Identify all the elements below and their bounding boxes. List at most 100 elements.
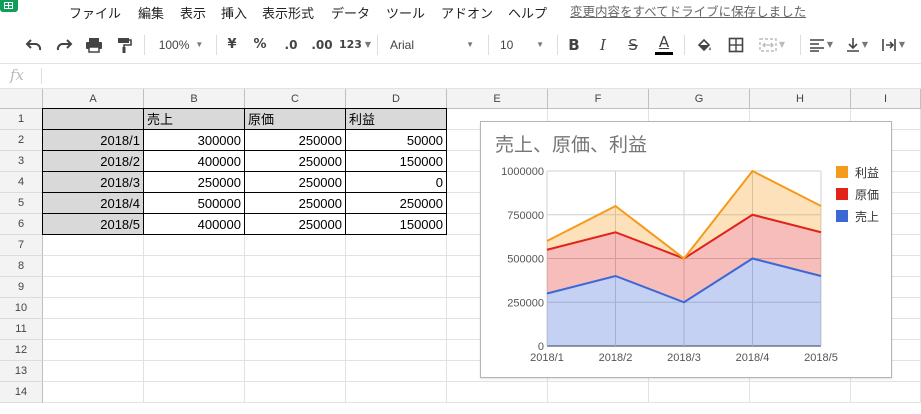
cell-a11[interactable] [43, 319, 144, 340]
menu-view[interactable]: 表示 [180, 3, 206, 22]
cell-d7[interactable] [346, 235, 447, 256]
cell-a12[interactable] [43, 340, 144, 361]
cell-c9[interactable] [245, 277, 346, 298]
row-header-5[interactable]: 5 [0, 193, 43, 214]
stacked-area-chart[interactable]: 売上、原価、利益 1000000 750000 500000 250000 0 2018/1… [480, 121, 892, 378]
cell-a3[interactable]: 2018/2 [42, 150, 144, 172]
row-header-11[interactable]: 11 [0, 319, 43, 340]
column-header-i[interactable]: I [851, 89, 921, 109]
percent-format-button[interactable]: % [250, 26, 270, 63]
column-header-c[interactable]: C [245, 89, 346, 109]
text-color-button[interactable]: A [652, 26, 676, 63]
cell-a13[interactable] [43, 361, 144, 382]
cell-b13[interactable] [144, 361, 245, 382]
cell-c12[interactable] [245, 340, 346, 361]
cell-d4[interactable]: 0 [345, 171, 447, 193]
font-size-select[interactable]: 10 ▼ [494, 26, 550, 63]
fill-color-button[interactable] [692, 26, 716, 63]
column-header-g[interactable]: G [649, 89, 750, 109]
redo-button[interactable] [52, 26, 76, 63]
menu-data[interactable]: データ [331, 3, 370, 22]
cell-c7[interactable] [245, 235, 346, 256]
cell-b6[interactable]: 400000 [143, 213, 245, 235]
cell-b10[interactable] [144, 298, 245, 319]
cell-a9[interactable] [43, 277, 144, 298]
cell-d13[interactable] [346, 361, 447, 382]
row-header-1[interactable]: 1 [0, 109, 43, 130]
zoom-select[interactable]: 100% ▼ [152, 26, 210, 63]
font-family-select[interactable]: Arial ▼ [384, 26, 480, 63]
row-header-13[interactable]: 13 [0, 361, 43, 382]
cell-e14[interactable] [447, 382, 548, 403]
cell-b11[interactable] [144, 319, 245, 340]
row-header-2[interactable]: 2 [0, 130, 43, 151]
select-all-corner[interactable] [0, 89, 43, 109]
menu-help[interactable]: ヘルプ [508, 3, 547, 22]
menu-edit[interactable]: 編集 [138, 3, 164, 22]
bold-button[interactable]: B [563, 26, 585, 63]
column-header-d[interactable]: D [346, 89, 447, 109]
cell-d2[interactable]: 50000 [345, 129, 447, 151]
row-header-12[interactable]: 12 [0, 340, 43, 361]
cell-a4[interactable]: 2018/3 [42, 171, 144, 193]
menu-file[interactable]: ファイル [69, 3, 121, 22]
merge-cells-button[interactable]: ▼ [754, 26, 790, 63]
vertical-align-button[interactable]: ▼ [842, 26, 872, 63]
row-header-3[interactable]: 3 [0, 151, 43, 172]
cell-c10[interactable] [245, 298, 346, 319]
cell-c11[interactable] [245, 319, 346, 340]
cell-d3[interactable]: 150000 [345, 150, 447, 172]
cell-a1[interactable] [42, 108, 144, 130]
cell-g14[interactable] [649, 382, 750, 403]
cell-c2[interactable]: 250000 [244, 129, 346, 151]
more-formats-button[interactable]: 123 ▼ [338, 26, 372, 63]
paint-format-button[interactable] [112, 26, 136, 63]
row-header-9[interactable]: 9 [0, 277, 43, 298]
cell-b7[interactable] [144, 235, 245, 256]
sheets-logo-icon[interactable] [0, 0, 18, 12]
cell-a7[interactable] [43, 235, 144, 256]
cell-a8[interactable] [43, 256, 144, 277]
italic-button[interactable]: I [592, 26, 614, 63]
cell-c6[interactable]: 250000 [244, 213, 346, 235]
row-header-6[interactable]: 6 [0, 214, 43, 235]
cell-d11[interactable] [346, 319, 447, 340]
cell-b9[interactable] [144, 277, 245, 298]
cell-c5[interactable]: 250000 [244, 192, 346, 214]
increase-decimal-button[interactable]: .00 [308, 26, 336, 63]
cell-b8[interactable] [144, 256, 245, 277]
borders-button[interactable] [724, 26, 748, 63]
cell-d8[interactable] [346, 256, 447, 277]
cell-a14[interactable] [43, 382, 144, 403]
row-header-7[interactable]: 7 [0, 235, 43, 256]
cell-b14[interactable] [144, 382, 245, 403]
decrease-decimal-button[interactable]: .0 [278, 26, 304, 63]
column-header-a[interactable]: A [43, 89, 144, 109]
cell-c8[interactable] [245, 256, 346, 277]
save-status-link[interactable]: 変更内容をすべてドライブに保存しました [570, 1, 806, 20]
horizontal-align-button[interactable]: ▼ [806, 26, 836, 63]
cell-h14[interactable] [750, 382, 851, 403]
cell-d9[interactable] [346, 277, 447, 298]
cell-d12[interactable] [346, 340, 447, 361]
currency-format-button[interactable]: ¥ [222, 26, 242, 63]
cell-c4[interactable]: 250000 [244, 171, 346, 193]
undo-button[interactable] [22, 26, 46, 63]
cell-a5[interactable]: 2018/4 [42, 192, 144, 214]
cell-i14[interactable] [851, 382, 921, 403]
text-wrapping-button[interactable]: ▼ [878, 26, 908, 63]
row-header-8[interactable]: 8 [0, 256, 43, 277]
column-header-b[interactable]: B [144, 89, 245, 109]
cell-a2[interactable]: 2018/1 [42, 129, 144, 151]
cell-b3[interactable]: 400000 [143, 150, 245, 172]
cell-c13[interactable] [245, 361, 346, 382]
menu-addons[interactable]: アドオン [441, 3, 493, 22]
column-header-e[interactable]: E [447, 89, 548, 109]
cell-d10[interactable] [346, 298, 447, 319]
cell-a10[interactable] [43, 298, 144, 319]
cell-a6[interactable]: 2018/5 [42, 213, 144, 235]
cell-b5[interactable]: 500000 [143, 192, 245, 214]
column-header-f[interactable]: F [548, 89, 649, 109]
cell-b1[interactable]: 売上 [143, 108, 245, 130]
menu-insert[interactable]: 挿入 [221, 3, 247, 22]
